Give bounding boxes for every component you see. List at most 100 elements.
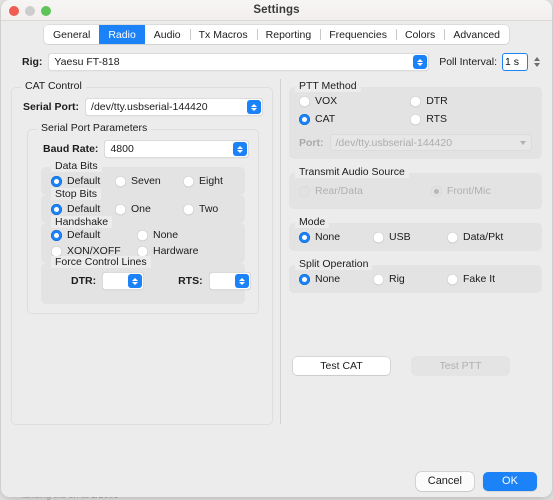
split-operation-caption: Split Operation <box>295 258 373 270</box>
tab-advanced[interactable]: Advanced <box>444 25 509 44</box>
ptt-method-group: PTT Method VOX CAT DTR RTS Port: /dev/tt… <box>289 80 542 159</box>
settings-tabbar: General Radio Audio Tx Macros Reporting … <box>43 25 510 44</box>
radio-dot-icon <box>299 273 310 285</box>
radio-dot-icon <box>51 203 62 215</box>
tab-tx-macros[interactable]: Tx Macros <box>189 25 257 44</box>
radio-split-rig[interactable]: Rig <box>373 273 447 285</box>
radio-stop-bits-one[interactable]: One <box>115 203 183 215</box>
radio-label: None <box>315 273 341 285</box>
baud-rate-select[interactable]: 4800 <box>104 140 249 158</box>
test-cat-button[interactable]: Test CAT <box>293 357 390 375</box>
ok-button[interactable]: OK <box>483 471 537 491</box>
cancel-button[interactable]: Cancel <box>415 471 474 491</box>
baud-rate-value: 4800 <box>110 143 134 155</box>
radio-label: One <box>131 203 151 215</box>
tab-radio[interactable]: Radio <box>99 25 145 44</box>
radio-tas-rear-data: Rear/Data <box>299 185 363 197</box>
close-button[interactable] <box>9 6 19 16</box>
radio-dot-icon <box>183 175 194 187</box>
stepper-arrows-icon[interactable] <box>531 53 542 71</box>
radio-dot-icon <box>51 175 62 187</box>
zoom-button[interactable] <box>41 6 51 16</box>
radio-data-bits-eight[interactable]: Eight <box>183 175 223 187</box>
radio-label: Rig <box>389 273 405 285</box>
radio-dot-icon <box>410 95 422 107</box>
mode-radios: None USB Data/Pkt <box>289 231 542 243</box>
ptt-method-radios: VOX CAT DTR RTS <box>289 95 542 125</box>
minimize-button[interactable] <box>25 6 35 16</box>
radio-handshake-default[interactable]: Default <box>41 229 137 241</box>
tab-reporting[interactable]: Reporting <box>256 25 321 44</box>
radio-mode-none[interactable]: None <box>299 231 373 243</box>
radio-data-bits-seven[interactable]: Seven <box>115 175 183 187</box>
ptt-port-label: Port: <box>299 136 324 149</box>
radio-label: Hardware <box>153 245 199 257</box>
radio-data-bits-default[interactable]: Default <box>41 175 115 187</box>
radio-ptt-vox[interactable]: VOX <box>299 95 337 107</box>
mode-group: Mode None USB Data/Pkt <box>289 216 542 251</box>
radio-handshake-none[interactable]: None <box>137 229 178 241</box>
force-control-lines-caption: Force Control Lines <box>51 256 151 268</box>
chevron-updown-icon <box>233 142 247 156</box>
window-titlebar: Settings <box>1 0 552 21</box>
radio-ptt-cat[interactable]: CAT <box>299 113 337 125</box>
radio-label: Fake It <box>463 273 496 285</box>
dtr-select[interactable] <box>102 272 145 290</box>
radio-mode-usb[interactable]: USB <box>373 231 447 243</box>
tab-audio[interactable]: Audio <box>145 25 190 44</box>
radio-dot-icon <box>373 273 384 285</box>
radio-dot-icon <box>410 113 422 125</box>
data-bits-radios: Default Seven Eight <box>41 175 245 187</box>
stop-bits-caption: Stop Bits <box>51 188 102 200</box>
tab-general[interactable]: General <box>44 25 99 44</box>
radio-label: Rear/Data <box>315 185 363 197</box>
radio-label: VOX <box>315 95 338 107</box>
chevron-updown-icon <box>234 274 249 288</box>
radio-label: Default <box>67 175 101 187</box>
radio-ptt-rts[interactable]: RTS <box>410 113 448 125</box>
radio-label: Two <box>199 203 219 215</box>
radio-ptt-dtr[interactable]: DTR <box>410 95 448 107</box>
baud-rate-label: Baud Rate: <box>43 143 99 155</box>
radio-dot-icon <box>51 229 62 241</box>
ptt-column-1: VOX CAT <box>299 95 337 125</box>
radio-label: None <box>315 231 341 243</box>
radio-split-none[interactable]: None <box>299 273 373 285</box>
handshake-caption: Handshake <box>51 216 113 228</box>
serial-port-parameters-caption: Serial Port Parameters <box>37 122 152 134</box>
test-ptt-button: Test PTT <box>412 357 509 375</box>
rts-select[interactable] <box>208 272 251 290</box>
column-divider <box>280 79 281 424</box>
cat-control-group: CAT Control Serial Port: /dev/tty.usbser… <box>11 80 273 425</box>
radio-mode-data-pkt[interactable]: Data/Pkt <box>447 231 521 243</box>
radio-dot-icon <box>430 185 442 197</box>
radio-stop-bits-default[interactable]: Default <box>41 203 115 215</box>
test-buttons-row: Test CAT Test PTT <box>293 357 542 375</box>
radio-label: Eight <box>199 175 223 187</box>
dialog-footer: Cancel OK <box>1 459 552 497</box>
settings-window: Settings General Radio Audio Tx Macros R… <box>1 0 552 497</box>
chevron-down-icon <box>518 137 528 149</box>
radio-split-fake-it[interactable]: Fake It <box>447 273 521 285</box>
radio-stop-bits-two[interactable]: Two <box>183 203 218 215</box>
radio-label: Seven <box>131 175 161 187</box>
rig-label: Rig: <box>22 56 43 68</box>
radio-label: Default <box>67 203 101 215</box>
poll-interval-value[interactable]: 1 s <box>502 53 528 71</box>
tab-frequencies[interactable]: Frequencies <box>320 25 396 44</box>
radio-dot-icon <box>299 113 310 125</box>
transmit-audio-source-group: Transmit Audio Source Rear/Data Front/Mi… <box>289 166 542 209</box>
tab-colors[interactable]: Colors <box>395 25 444 44</box>
radio-dot-icon <box>299 95 310 107</box>
chevron-updown-icon <box>128 274 143 288</box>
radio-label: CAT <box>315 113 336 125</box>
rig-value: Yaesu FT-818 <box>54 56 120 68</box>
poll-interval-stepper[interactable]: 1 s <box>502 53 542 71</box>
window-controls <box>9 6 51 16</box>
radio-dot-icon <box>115 203 126 215</box>
radio-dot-icon <box>447 273 458 285</box>
force-control-lines-group: Force Control Lines DTR: RTS: <box>41 256 251 304</box>
serial-port-select[interactable]: /dev/tty.usbserial-144420 <box>85 98 263 116</box>
dtr-label: DTR: <box>71 275 97 287</box>
rig-select[interactable]: Yaesu FT-818 <box>48 53 430 71</box>
